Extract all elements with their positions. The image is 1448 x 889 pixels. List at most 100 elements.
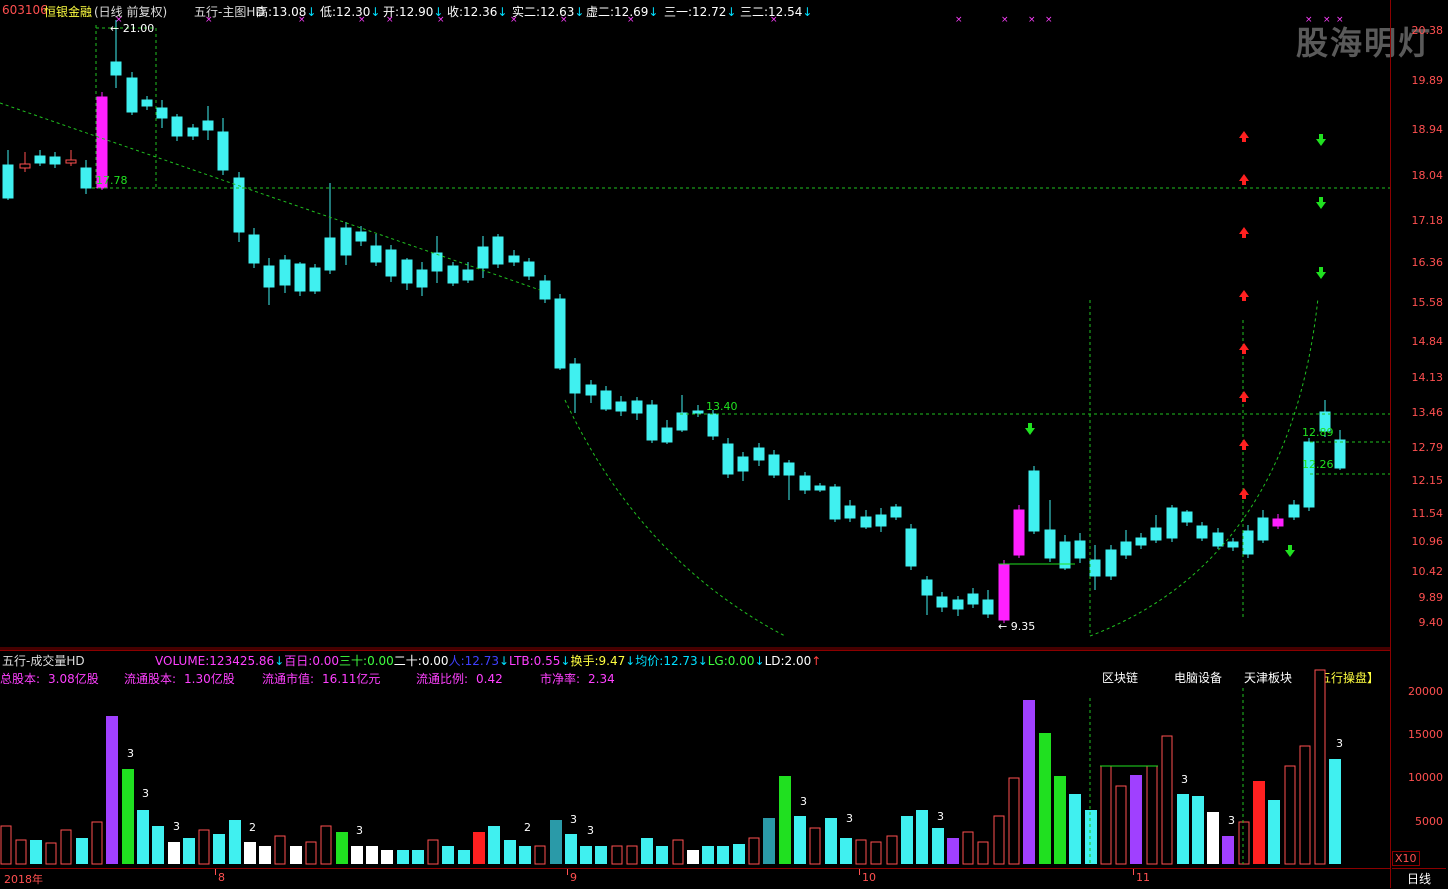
volume-chart[interactable]: 333 2 3 23333 3333 bbox=[0, 648, 1390, 868]
candle[interactable] bbox=[1074, 533, 1086, 563]
candle[interactable] bbox=[722, 438, 734, 478]
candle[interactable] bbox=[1196, 522, 1208, 541]
volume-bar[interactable] bbox=[1207, 812, 1219, 864]
candle[interactable] bbox=[1181, 510, 1193, 526]
candle[interactable] bbox=[646, 400, 658, 443]
volume-bar[interactable] bbox=[0, 825, 12, 865]
candle[interactable] bbox=[34, 150, 46, 166]
candle[interactable] bbox=[753, 443, 765, 466]
volume-bar[interactable] bbox=[717, 846, 729, 864]
volume-bar[interactable] bbox=[60, 829, 72, 865]
volume-bar[interactable] bbox=[550, 820, 562, 864]
candle[interactable] bbox=[80, 160, 92, 194]
volume-bar[interactable] bbox=[259, 846, 271, 864]
volume-bar[interactable] bbox=[122, 769, 134, 864]
candle[interactable] bbox=[1288, 500, 1300, 520]
volume-bar[interactable] bbox=[534, 845, 546, 865]
volume-bar[interactable] bbox=[76, 838, 88, 864]
candle[interactable] bbox=[187, 124, 199, 140]
volume-bar[interactable] bbox=[351, 846, 363, 864]
candle[interactable] bbox=[1028, 466, 1040, 534]
candle[interactable] bbox=[1227, 538, 1239, 551]
volume-bar[interactable] bbox=[794, 816, 806, 864]
volume-bar[interactable] bbox=[1054, 776, 1066, 864]
candle[interactable] bbox=[248, 228, 260, 268]
volume-bar[interactable] bbox=[1253, 781, 1265, 864]
volume-bar[interactable] bbox=[458, 850, 470, 864]
volume-bar[interactable] bbox=[366, 846, 378, 864]
volume-bar[interactable] bbox=[504, 840, 516, 864]
volume-bar[interactable] bbox=[1192, 796, 1204, 864]
volume-bar[interactable] bbox=[565, 834, 577, 864]
volume-bar[interactable] bbox=[244, 842, 256, 864]
volume-bar[interactable] bbox=[137, 810, 149, 864]
candle[interactable] bbox=[1166, 505, 1178, 542]
candle[interactable] bbox=[875, 508, 887, 532]
candle[interactable] bbox=[156, 100, 168, 128]
volume-bar[interactable] bbox=[1115, 785, 1127, 865]
volume-bar[interactable] bbox=[580, 846, 592, 864]
volume-bar[interactable] bbox=[412, 850, 424, 864]
candle[interactable] bbox=[1120, 530, 1132, 559]
volume-bar[interactable] bbox=[779, 776, 791, 864]
candle[interactable] bbox=[631, 397, 643, 420]
candle[interactable] bbox=[569, 358, 581, 413]
volume-bar[interactable] bbox=[809, 827, 821, 865]
candle[interactable] bbox=[202, 106, 214, 140]
candle[interactable] bbox=[324, 183, 336, 274]
candle[interactable] bbox=[1059, 535, 1071, 570]
candlestick-chart[interactable]: ← 21.0017.7813.40← 9.3512.8912.26× × × × × × ×… bbox=[0, 0, 1390, 648]
volume-bar[interactable] bbox=[320, 825, 332, 865]
candle[interactable] bbox=[49, 152, 61, 168]
volume-bar[interactable] bbox=[1329, 759, 1341, 864]
candle[interactable] bbox=[600, 386, 612, 411]
candle[interactable] bbox=[829, 484, 841, 522]
candle[interactable] bbox=[921, 576, 933, 615]
volume-bar[interactable] bbox=[702, 846, 714, 864]
volume-bar[interactable] bbox=[916, 810, 928, 864]
volume-bar[interactable] bbox=[397, 850, 409, 864]
candle[interactable] bbox=[1242, 525, 1254, 558]
volume-bar[interactable] bbox=[1238, 821, 1250, 865]
period-button[interactable]: 日线 bbox=[1392, 868, 1446, 889]
candle[interactable] bbox=[982, 590, 994, 618]
volume-bar[interactable] bbox=[1146, 765, 1158, 865]
candle[interactable] bbox=[814, 483, 826, 492]
candle[interactable] bbox=[126, 72, 138, 115]
candle[interactable] bbox=[539, 275, 551, 303]
volume-bar[interactable] bbox=[1299, 745, 1311, 865]
volume-bar[interactable] bbox=[473, 832, 485, 864]
volume-bar[interactable] bbox=[1069, 794, 1081, 864]
volume-bar[interactable] bbox=[886, 835, 898, 865]
candle[interactable] bbox=[263, 258, 275, 305]
volume-bar[interactable] bbox=[748, 837, 760, 865]
volume-bar[interactable] bbox=[840, 838, 852, 864]
candle[interactable] bbox=[416, 262, 428, 296]
candle[interactable] bbox=[737, 452, 749, 481]
volume-bar[interactable] bbox=[656, 846, 668, 864]
volume-bar[interactable] bbox=[1085, 810, 1097, 864]
candle[interactable] bbox=[554, 294, 566, 370]
candle[interactable] bbox=[447, 262, 459, 286]
volume-bar[interactable] bbox=[290, 846, 302, 864]
volume-bar[interactable] bbox=[30, 840, 42, 864]
candle[interactable] bbox=[1212, 528, 1224, 549]
candle[interactable] bbox=[783, 460, 795, 500]
candle[interactable] bbox=[309, 264, 321, 294]
volume-bar[interactable] bbox=[1222, 836, 1234, 864]
volume-bar[interactable] bbox=[641, 838, 653, 864]
candle[interactable] bbox=[1013, 505, 1025, 558]
volume-bar[interactable] bbox=[488, 826, 500, 864]
volume-bar[interactable] bbox=[106, 716, 118, 864]
candle[interactable] bbox=[1105, 545, 1117, 580]
candle[interactable] bbox=[65, 150, 77, 166]
candle[interactable] bbox=[233, 172, 245, 242]
volume-bar[interactable] bbox=[733, 844, 745, 864]
volume-bar[interactable] bbox=[1039, 733, 1051, 864]
volume-bar[interactable] bbox=[962, 831, 974, 865]
volume-bar[interactable] bbox=[855, 839, 867, 865]
volume-bar[interactable] bbox=[91, 821, 103, 865]
volume-bar[interactable] bbox=[152, 826, 164, 864]
candle[interactable] bbox=[141, 96, 153, 110]
volume-bar[interactable] bbox=[1177, 794, 1189, 864]
